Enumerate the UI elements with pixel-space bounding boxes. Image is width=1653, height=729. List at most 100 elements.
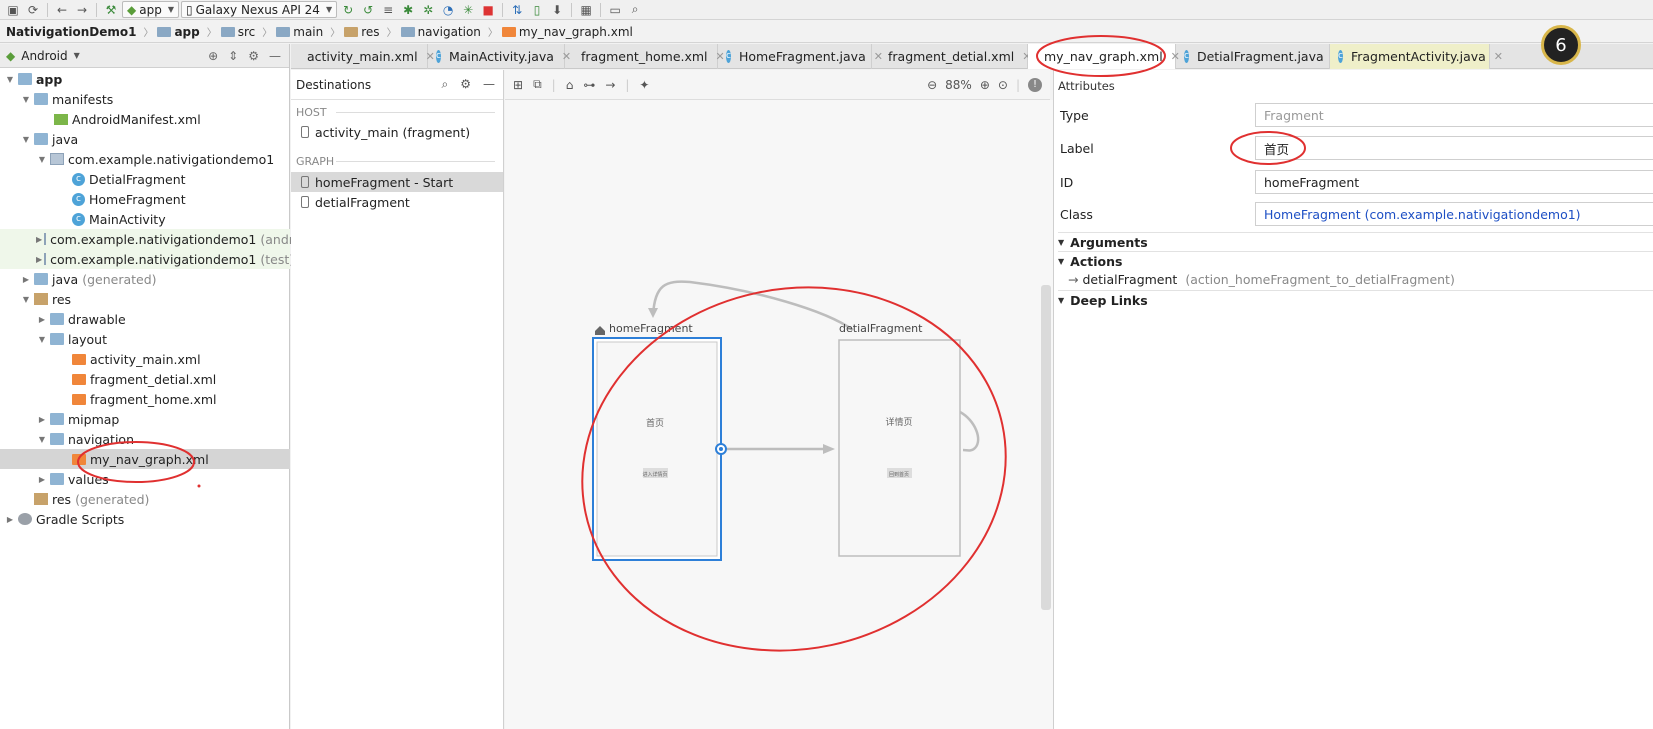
tree-item-package[interactable]: ▼ com.example.nativigationdemo1 xyxy=(0,149,290,169)
chevron-right-icon: ▶ xyxy=(36,254,43,264)
tree-item-java[interactable]: ▼ java xyxy=(0,129,290,149)
target-icon[interactable]: ⊕ xyxy=(208,49,218,63)
minimize-icon[interactable]: — xyxy=(483,77,495,92)
navigation-graph-canvas[interactable]: homeFragment 首页 进入详情页 detialFragment 详情页… xyxy=(505,100,1053,729)
back-icon[interactable]: ← xyxy=(53,1,71,19)
id-input[interactable]: homeFragment xyxy=(1255,170,1653,194)
actions-section[interactable]: ▼ Actions xyxy=(1058,251,1653,270)
zoom-fit-icon[interactable]: ⊙ xyxy=(998,78,1008,92)
apply-code-icon[interactable]: ↺ xyxy=(359,1,377,19)
avd-manager-icon[interactable]: ▯ xyxy=(528,1,546,19)
tab-my-nav-graph-xml[interactable]: my_nav_graph.xml ✕ xyxy=(1028,44,1180,69)
project-view-select[interactable]: Android xyxy=(21,49,67,63)
tab-activity-main-xml[interactable]: activity_main.xml ✕ xyxy=(291,44,435,69)
breadcrumb-navigation[interactable]: navigation 〉 xyxy=(400,24,498,39)
tree-item-activity-main-xml[interactable]: activity_main.xml xyxy=(0,349,290,369)
coverage-icon[interactable]: ≡ xyxy=(379,1,397,19)
chevron-right-icon: ▶ xyxy=(6,514,14,524)
tree-item-navigation[interactable]: ▼ navigation xyxy=(0,429,290,449)
tree-item-mipmap[interactable]: ▶ mipmap xyxy=(0,409,290,429)
tree-item-package-test[interactable]: ▶ com.example.nativigationdemo1 (test) xyxy=(0,249,294,269)
sync-icon[interactable]: ⟳ xyxy=(24,1,42,19)
host-section-label: HOST xyxy=(296,106,327,119)
tree-item-res[interactable]: ▼ res xyxy=(0,289,290,309)
graph-toolbar: ⊞ ⧉ | ⌂ ⊶ → | ✦ ⊖ 88% ⊕ ⊙ | ! xyxy=(505,70,1050,100)
apply-changes-icon[interactable]: ↻ xyxy=(339,1,357,19)
breadcrumb-file[interactable]: my_nav_graph.xml xyxy=(501,25,633,39)
action-item[interactable]: → detialFragment (action_homeFragment_to_d… xyxy=(1068,272,1455,287)
nested-graph-icon[interactable]: ⧉ xyxy=(533,77,542,92)
sdk-manager-icon[interactable]: ⬇ xyxy=(548,1,566,19)
label-input[interactable]: 首页 xyxy=(1255,136,1653,160)
detail-preview-text: 详情页 xyxy=(885,416,912,428)
breadcrumb-src[interactable]: src 〉 xyxy=(220,24,272,39)
tree-item-mainactivity[interactable]: c MainActivity xyxy=(0,209,290,229)
graph-item-detialfragment[interactable]: detialFragment xyxy=(291,192,503,212)
tree-item-layout[interactable]: ▼ layout xyxy=(0,329,290,349)
attach-debugger-icon[interactable]: ✲ xyxy=(419,1,437,19)
zoom-in-icon[interactable]: ⊕ xyxy=(980,78,990,92)
arguments-section[interactable]: ▼ Arguments xyxy=(1058,232,1653,251)
breadcrumb-main[interactable]: main 〉 xyxy=(276,24,340,39)
tab-fragment-home-xml[interactable]: fragment_home.xml ✕ xyxy=(565,44,725,69)
tree-item-res-generated[interactable]: res (generated) xyxy=(0,489,290,509)
tree-item-fragment-home-xml[interactable]: fragment_home.xml xyxy=(0,389,290,409)
host-item[interactable]: activity_main (fragment) xyxy=(291,122,503,142)
tree-item-gradle-scripts[interactable]: ▶ Gradle Scripts xyxy=(0,509,290,529)
tree-item-detialfragment[interactable]: c DetialFragment xyxy=(0,169,290,189)
breadcrumb-res[interactable]: res 〉 xyxy=(344,24,397,39)
close-icon[interactable]: ✕ xyxy=(1494,50,1503,63)
save-icon[interactable]: ▣ xyxy=(4,1,22,19)
tree-item-drawable[interactable]: ▶ drawable xyxy=(0,309,290,329)
breadcrumb-app[interactable]: app 〉 xyxy=(157,24,217,39)
breadcrumb-project[interactable]: NativigationDemo1 〉 xyxy=(6,24,153,40)
forward-icon[interactable]: → xyxy=(73,1,91,19)
zoom-out-icon[interactable]: ⊖ xyxy=(927,78,937,92)
auto-arrange-icon[interactable]: ✦ xyxy=(639,78,649,92)
detail-fragment-node[interactable] xyxy=(838,339,961,557)
run-config-select[interactable]: ◆ app ▼ xyxy=(122,1,179,18)
search-icon[interactable]: ⌕ xyxy=(626,1,644,19)
graph-item-homefragment[interactable]: homeFragment - Start xyxy=(291,172,503,192)
tab-mainactivity-java[interactable]: c MainActivity.java ✕ xyxy=(428,44,571,69)
terminal-icon[interactable]: ▭ xyxy=(606,1,624,19)
tree-item-manifests[interactable]: ▼ manifests xyxy=(0,89,290,109)
tree-item-java-generated[interactable]: ▶ java (generated) xyxy=(0,269,290,289)
gear-icon[interactable]: ⚙ xyxy=(460,77,471,92)
tree-item-androidmanifest[interactable]: AndroidManifest.xml xyxy=(0,109,290,129)
package-icon xyxy=(44,233,47,245)
action-arrow-icon[interactable]: → xyxy=(605,78,615,92)
stop-icon[interactable]: ■ xyxy=(479,1,497,19)
gradle-sync-icon[interactable]: ⇅ xyxy=(508,1,526,19)
collapse-icon[interactable]: ⇕ xyxy=(228,49,238,63)
tree-item-my-nav-graph-xml[interactable]: my_nav_graph.xml xyxy=(0,449,290,469)
tree-item-app[interactable]: ▼ app xyxy=(0,69,290,89)
tab-fragmentactivity-java[interactable]: c FragmentActivity.java ✕ xyxy=(1330,44,1503,69)
warning-icon[interactable]: ! xyxy=(1028,77,1042,92)
link-icon[interactable]: ⊶ xyxy=(583,78,595,92)
search-icon[interactable]: ⌕ xyxy=(442,77,449,92)
minimize-icon[interactable]: — xyxy=(269,49,281,63)
tree-item-package-androidtest[interactable]: ▶ com.example.nativigationdemo1 (andro xyxy=(0,229,301,249)
new-destination-icon[interactable]: ⊞ xyxy=(513,78,523,92)
project-structure-icon[interactable]: ▦ xyxy=(577,1,595,19)
class-icon: c xyxy=(72,192,85,206)
tab-fragment-detial-xml[interactable]: fragment_detial.xml ✕ xyxy=(872,44,1031,69)
class-input[interactable]: HomeFragment (com.example.nativigationde… xyxy=(1255,202,1653,226)
android-icon: ◆ xyxy=(6,48,16,63)
attach-process-icon[interactable]: ✳ xyxy=(459,1,477,19)
debug-icon[interactable]: ✱ xyxy=(399,1,417,19)
deep-links-section[interactable]: ▼ Deep Links xyxy=(1058,290,1653,309)
tab-homefragment-java[interactable]: c HomeFragment.java ✕ xyxy=(718,44,883,69)
device-select[interactable]: ▯ Galaxy Nexus API 24 ▼ xyxy=(180,1,338,18)
chevron-down-icon[interactable]: ▼ xyxy=(74,51,80,60)
profile-icon[interactable]: ◔ xyxy=(439,1,457,19)
gear-icon[interactable]: ⚙ xyxy=(248,49,259,63)
tab-detialfragment-java[interactable]: cDetialFragment.java✕ xyxy=(1176,44,1341,69)
tree-item-fragment-detial-xml[interactable]: fragment_detial.xml xyxy=(0,369,290,389)
tree-item-homefragment[interactable]: c HomeFragment xyxy=(0,189,290,209)
home-icon[interactable]: ⌂ xyxy=(566,78,574,92)
tree-item-values[interactable]: ▶ values xyxy=(0,469,290,489)
canvas-scrollbar[interactable] xyxy=(1041,285,1051,610)
build-hammer-icon[interactable]: ⚒ xyxy=(102,1,120,19)
